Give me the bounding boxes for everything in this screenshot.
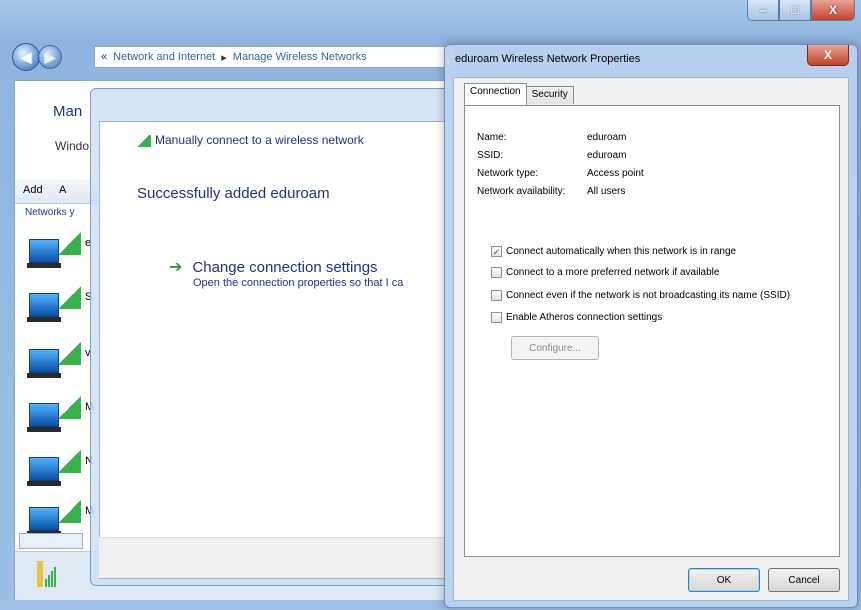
tab-connection[interactable]: Connection: [464, 83, 527, 105]
networks-header: Networks y: [25, 207, 75, 218]
page-subtitle: Windo: [55, 139, 90, 153]
signal-icon: [59, 231, 81, 255]
list-item[interactable]: e: [27, 231, 91, 275]
link-label[interactable]: Change connection settings: [192, 259, 377, 276]
tab-strip: Connection Security: [464, 83, 574, 105]
list-item[interactable]: S: [27, 285, 92, 329]
field-row: Name: eduroam: [477, 132, 626, 143]
green-arrow-icon: ➔: [169, 259, 183, 276]
monitor-icon: [27, 457, 61, 486]
list-item[interactable]: N: [27, 449, 93, 493]
connect-preferred-checkbox[interactable]: Connect to a more preferred network if a…: [491, 267, 719, 278]
address-bar[interactable]: « Network and Internet ▸ Manage Wireless…: [94, 46, 454, 68]
monitor-icon: [27, 507, 61, 536]
navigation-bar: ◀ ▶: [12, 42, 62, 72]
maximize-button[interactable]: □: [779, 0, 811, 21]
breadcrumb-separator-icon[interactable]: ▸: [221, 51, 227, 64]
monitor-icon: [27, 293, 61, 322]
dialog-title: eduroam Wireless Network Properties: [455, 53, 641, 65]
monitor-icon: [27, 403, 61, 432]
page-title: Man: [53, 103, 83, 120]
field-value: All users: [587, 186, 626, 197]
back-button[interactable]: ◀: [12, 43, 40, 71]
list-item[interactable]: M: [27, 395, 94, 439]
wizard-header-text: Manually connect to a wireless network: [155, 133, 364, 147]
properties-dialog: eduroam Wireless Network Properties X Co…: [444, 44, 858, 608]
signal-icon: [59, 449, 81, 473]
field-value: eduroam: [587, 150, 627, 161]
list-item[interactable]: v: [27, 341, 91, 385]
field-label: Network type:: [477, 168, 539, 179]
wizard-footer: [99, 537, 451, 578]
monitor-icon: [27, 239, 61, 268]
checkbox-box[interactable]: ✓: [491, 246, 502, 257]
toolbar-item[interactable]: A: [59, 184, 66, 196]
monitor-icon: [27, 349, 61, 378]
link-description: Open the connection properties so that I…: [193, 277, 404, 289]
cancel-button[interactable]: Cancel: [768, 568, 840, 592]
checkbox-label: Connect to a more preferred network if a…: [506, 267, 720, 278]
checkbox-label: Connect automatically when this network …: [506, 246, 737, 257]
checkbox-box[interactable]: [491, 267, 502, 278]
breadcrumb-network-and-internet[interactable]: Network and Internet: [113, 51, 215, 63]
field-value: eduroam: [587, 132, 627, 143]
checkbox-box[interactable]: [491, 290, 502, 301]
wireless-icon: [135, 134, 151, 147]
breadcrumb-manage-wireless-networks[interactable]: Manage Wireless Networks: [233, 51, 367, 63]
window-caption-buttons: – □ X: [747, 0, 855, 21]
dialog-body: Connection Security Name: eduroam SSID: ed…: [453, 77, 849, 601]
wizard-window: Manually connect to a wireless network S…: [90, 88, 464, 586]
wizard-header: Manually connect to a wireless network: [135, 133, 364, 147]
connection-tab-page: Name: eduroam SSID: eduroam Network type: A…: [464, 105, 840, 557]
field-row: Network availability: All users: [477, 186, 625, 197]
signal-icon: [59, 499, 81, 523]
minimize-button[interactable]: –: [747, 0, 779, 21]
signal-icon: [59, 395, 81, 419]
close-button[interactable]: X: [811, 0, 855, 21]
field-label: Network availability:: [477, 186, 566, 197]
horizontal-scrollbar[interactable]: [19, 533, 83, 549]
address-prefix-icon: «: [101, 51, 108, 63]
connect-automatically-checkbox[interactable]: ✓ Connect automatically when this network…: [491, 246, 736, 257]
field-row: SSID: eduroam: [477, 150, 626, 161]
field-value: Access point: [587, 168, 644, 179]
wireless-signal-icon: [35, 559, 57, 589]
checkbox-label: Connect even if the network is not broad…: [506, 290, 791, 301]
field-label: SSID:: [477, 150, 504, 161]
configure-button[interactable]: Configure...: [511, 336, 599, 360]
connect-not-broadcasting-checkbox[interactable]: Connect even if the network is not broad…: [491, 290, 790, 301]
forward-button[interactable]: ▶: [38, 45, 62, 69]
tab-security[interactable]: Security: [525, 86, 574, 104]
add-button[interactable]: Add: [23, 184, 43, 196]
checkbox-label: Enable Atheros connection settings: [506, 312, 663, 323]
change-connection-settings-link[interactable]: ➔ Change connection settings Open the con…: [169, 257, 403, 289]
wizard-title: Successfully added eduroam: [137, 185, 330, 202]
field-row: Network type: Access point: [477, 168, 644, 179]
dialog-close-button[interactable]: X: [807, 45, 849, 66]
signal-icon: [59, 341, 81, 365]
signal-icon: [59, 285, 81, 309]
ok-button[interactable]: OK: [688, 568, 760, 592]
enable-atheros-checkbox[interactable]: Enable Atheros connection settings: [491, 312, 662, 323]
field-label: Name:: [477, 132, 507, 143]
checkbox-box[interactable]: [491, 312, 502, 323]
